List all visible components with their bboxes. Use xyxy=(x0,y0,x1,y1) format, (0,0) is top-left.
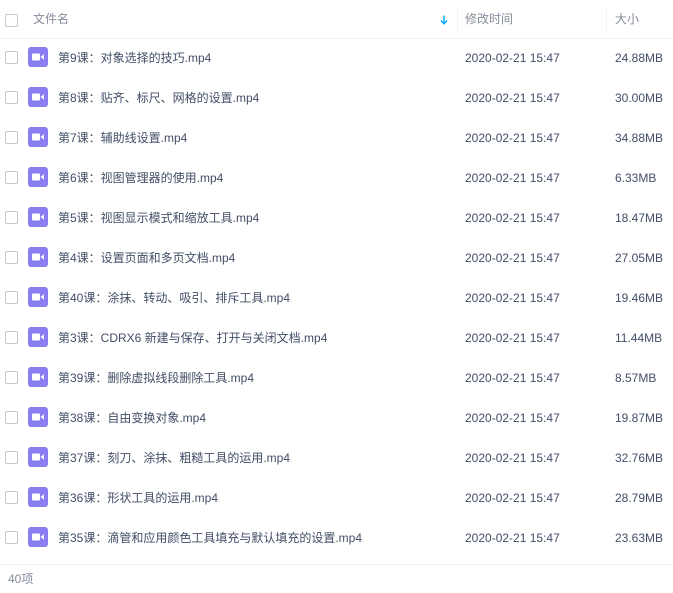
table-row[interactable]: 第5课：视图显示模式和缩放工具.mp4 2020-02-21 15:47 18.47… xyxy=(0,198,673,238)
file-modified-time: 2020-02-21 15:47 xyxy=(465,211,560,225)
file-name[interactable]: 第5课：视图显示模式和缩放工具.mp4 xyxy=(58,198,259,238)
video-file-icon xyxy=(28,287,48,307)
file-size: 30.00MB xyxy=(615,91,664,105)
table-row[interactable]: 第36课：形状工具的运用.mp4 2020-02-21 15:47 28.79MB xyxy=(0,478,673,518)
file-modified-time: 2020-02-21 15:47 xyxy=(465,251,560,265)
row-checkbox[interactable] xyxy=(5,331,18,344)
file-name[interactable]: 第35课：滴管和应用颜色工具填充与默认填充的设置.mp4 xyxy=(58,518,362,558)
table-row[interactable]: 第8课：贴齐、标尺、网格的设置.mp4 2020-02-21 15:47 30.00… xyxy=(0,78,673,118)
file-name[interactable]: 第4课：设置页面和多页文档.mp4 xyxy=(58,238,235,278)
row-checkbox[interactable] xyxy=(5,371,18,384)
file-size: 8.57MB xyxy=(615,371,657,385)
file-name[interactable]: 第3课：CDRX6 新建与保存、打开与关闭文档.mp4 xyxy=(58,318,327,358)
video-file-icon xyxy=(28,407,48,427)
column-header-size[interactable]: 大小 xyxy=(615,0,639,38)
file-modified-time: 2020-02-21 15:47 xyxy=(465,491,560,505)
row-checkbox[interactable] xyxy=(5,251,18,264)
file-modified-time: 2020-02-21 15:47 xyxy=(465,411,560,425)
table-row[interactable]: 第39课：删除虚拟线段删除工具.mp4 2020-02-21 15:47 8.57M… xyxy=(0,358,673,398)
row-checkbox[interactable] xyxy=(5,411,18,424)
file-modified-time: 2020-02-21 15:47 xyxy=(465,51,560,65)
file-size: 27.05MB xyxy=(615,251,664,265)
file-name[interactable]: 第7课：辅助线设置.mp4 xyxy=(58,118,187,158)
file-size: 24.88MB xyxy=(615,51,664,65)
table-row[interactable]: 第38课：自由变换对象.mp4 2020-02-21 15:47 19.87MB xyxy=(0,398,673,438)
table-row[interactable]: 第37课：刻刀、涂抹、粗糙工具的运用.mp4 2020-02-21 15:47 32… xyxy=(0,438,673,478)
file-size: 32.76MB xyxy=(615,451,664,465)
file-size: 34.88MB xyxy=(615,131,664,145)
table-row[interactable]: 第35课：滴管和应用颜色工具填充与默认填充的设置.mp4 2020-02-21 1… xyxy=(0,518,673,558)
file-name[interactable]: 第37课：刻刀、涂抹、粗糙工具的运用.mp4 xyxy=(58,438,290,478)
file-name[interactable]: 第36课：形状工具的运用.mp4 xyxy=(58,478,218,518)
file-size: 19.46MB xyxy=(615,291,664,305)
file-modified-time: 2020-02-21 15:47 xyxy=(465,171,560,185)
video-file-icon xyxy=(28,207,48,227)
row-checkbox[interactable] xyxy=(5,51,18,64)
file-size: 18.47MB xyxy=(615,211,664,225)
table-row[interactable]: 第40课：涂抹、转动、吸引、排斥工具.mp4 2020-02-21 15:47 19… xyxy=(0,278,673,318)
table-row[interactable]: 第7课：辅助线设置.mp4 2020-02-21 15:47 34.88MB xyxy=(0,118,673,158)
file-name[interactable]: 第39课：删除虚拟线段删除工具.mp4 xyxy=(58,358,254,398)
video-file-icon xyxy=(28,327,48,347)
row-checkbox[interactable] xyxy=(5,131,18,144)
file-size: 11.44MB xyxy=(615,331,663,345)
file-modified-time: 2020-02-21 15:47 xyxy=(465,131,560,145)
video-file-icon xyxy=(28,487,48,507)
file-name[interactable]: 第38课：自由变换对象.mp4 xyxy=(58,398,206,438)
file-size: 23.63MB xyxy=(615,531,664,545)
video-file-icon xyxy=(28,87,48,107)
column-header-modified-time[interactable]: 修改时间 xyxy=(465,0,513,38)
row-checkbox[interactable] xyxy=(5,171,18,184)
video-file-icon xyxy=(28,447,48,467)
file-modified-time: 2020-02-21 15:47 xyxy=(465,91,560,105)
file-modified-time: 2020-02-21 15:47 xyxy=(465,531,560,545)
row-checkbox[interactable] xyxy=(5,531,18,544)
file-modified-time: 2020-02-21 15:47 xyxy=(465,291,560,305)
select-all-checkbox[interactable] xyxy=(5,14,18,27)
file-name[interactable]: 第8课：贴齐、标尺、网格的设置.mp4 xyxy=(58,78,259,118)
video-file-icon xyxy=(28,527,48,547)
video-file-icon xyxy=(28,247,48,267)
file-modified-time: 2020-02-21 15:47 xyxy=(465,371,560,385)
file-modified-time: 2020-02-21 15:47 xyxy=(465,451,560,465)
file-name[interactable]: 第9课：对象选择的技巧.mp4 xyxy=(58,38,211,78)
file-name[interactable]: 第6课：视图管理器的使用.mp4 xyxy=(58,158,223,198)
table-row[interactable]: 第6课：视图管理器的使用.mp4 2020-02-21 15:47 6.33MB xyxy=(0,158,673,198)
file-size: 28.79MB xyxy=(615,491,664,505)
file-modified-time: 2020-02-21 15:47 xyxy=(465,331,560,345)
row-checkbox[interactable] xyxy=(5,491,18,504)
table-row[interactable]: 第9课：对象选择的技巧.mp4 2020-02-21 15:47 24.88MB xyxy=(0,38,673,78)
table-row[interactable]: 第3课：CDRX6 新建与保存、打开与关闭文档.mp4 2020-02-21 15… xyxy=(0,318,673,358)
item-count: 40项 xyxy=(8,572,34,586)
file-size: 6.33MB xyxy=(615,171,657,185)
file-list-footer: 40项 xyxy=(0,564,673,593)
row-checkbox[interactable] xyxy=(5,91,18,104)
file-size: 19.87MB xyxy=(615,411,664,425)
table-row[interactable]: 第4课：设置页面和多页文档.mp4 2020-02-21 15:47 27.05MB xyxy=(0,238,673,278)
video-file-icon xyxy=(28,167,48,187)
video-file-icon xyxy=(28,127,48,147)
column-separator[interactable] xyxy=(457,8,458,32)
row-checkbox[interactable] xyxy=(5,291,18,304)
video-file-icon xyxy=(28,47,48,67)
video-file-icon xyxy=(28,367,48,387)
row-checkbox[interactable] xyxy=(5,211,18,224)
column-separator[interactable] xyxy=(606,8,607,32)
file-name[interactable]: 第40课：涂抹、转动、吸引、排斥工具.mp4 xyxy=(58,278,290,318)
file-list-header: 文件名 修改时间 大小 xyxy=(0,0,673,39)
sort-down-arrow-icon[interactable] xyxy=(440,15,448,25)
row-checkbox[interactable] xyxy=(5,451,18,464)
file-list: 第9课：对象选择的技巧.mp4 2020-02-21 15:47 24.88MB 第8… xyxy=(0,38,673,558)
column-header-name[interactable]: 文件名 xyxy=(33,0,69,38)
